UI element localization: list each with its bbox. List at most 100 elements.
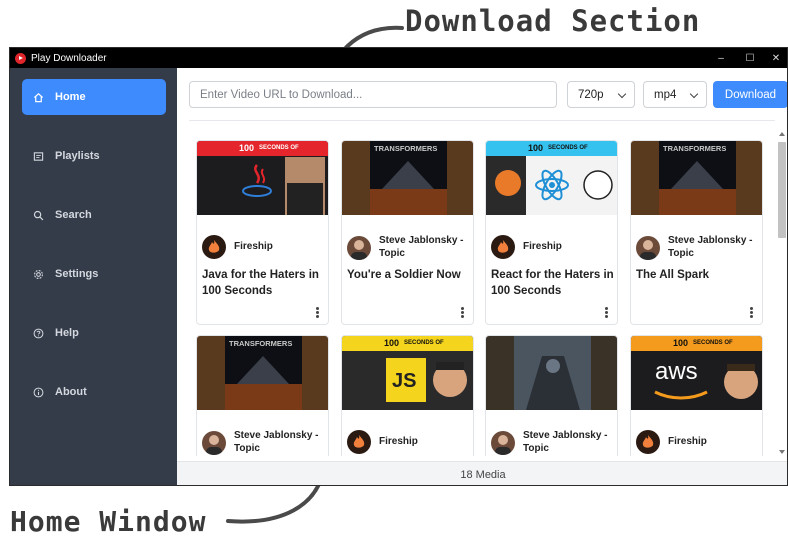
search-icon [32,209,44,221]
info-icon [32,386,44,398]
channel-name: Fireship [668,435,707,447]
media-card[interactable]: TRANSFORMERS Steve Jablonsky - Topic You… [341,140,474,325]
sidebar-item-home[interactable]: Home [22,79,166,115]
sidebar-item-label: Home [55,91,86,103]
sidebar-item-help[interactable]: Help [22,315,166,351]
channel-name: Fireship [523,240,562,252]
quality-value: 720p [578,88,604,101]
media-card[interactable]: 100 SECONDS OF aws Fireship [630,335,763,456]
thumb-number: 100 [673,338,689,348]
sidebar-item-label: Playlists [55,150,100,162]
thumb-caption: TRANSFORMERS [663,144,727,153]
sidebar: Home Playlists Search Settings Help Abou… [10,68,177,485]
video-title: You're a Soldier Now [347,269,461,281]
channel-row: Steve Jablonsky - Topic [636,235,758,260]
more-options-icon[interactable] [461,307,464,318]
video-thumbnail: 100 SECONDS OF [486,141,617,215]
sidebar-item-search[interactable]: Search [22,197,166,233]
video-thumbnail: 100 SECONDS OF JS [342,336,473,410]
download-section-callout: Download Section [405,4,701,38]
thumb-number: 100 [528,143,544,153]
video-thumbnail: TRANSFORMERS [342,141,473,215]
channel-row: Steve Jablonsky - Topic [347,235,469,260]
thumb-caption: SECONDS OF [693,340,733,346]
scroll-up-icon[interactable] [779,132,785,136]
media-card[interactable]: 100 SECONDS OF Fireship Java for the Hat… [196,140,329,325]
minimize-button[interactable]: – [708,48,734,68]
window-title: Play Downloader [31,52,107,64]
channel-name: Steve Jablonsky - Topic [523,430,608,454]
fireship-avatar-icon [202,235,226,259]
chevron-down-icon [617,89,627,99]
thumb-number: 100 [384,338,400,348]
title-bar: Play Downloader – ☐ ✕ [10,48,787,68]
more-options-icon[interactable] [605,307,608,318]
fireship-avatar-icon [491,235,515,259]
channel-row: Fireship [491,235,613,259]
sidebar-item-label: About [55,386,87,398]
video-title: The All Spark [636,269,710,281]
channel-name: Fireship [234,240,273,252]
sidebar-item-label: Settings [55,268,99,280]
media-card[interactable]: Steve Jablonsky - Topic [485,335,618,456]
scroll-thumb[interactable] [778,142,786,238]
help-icon [32,327,44,339]
gear-icon [32,268,44,280]
artist-avatar-icon [347,235,371,260]
main-content: 720p mp4 Download [177,68,787,485]
play-logo-icon [15,52,26,64]
media-card[interactable]: TRANSFORMERS Steve Jablonsky - Topic [196,335,329,456]
media-card[interactable]: TRANSFORMERS Steve Jablonsky - Topic The… [630,140,763,325]
thumb-caption: SECONDS OF [259,145,299,151]
channel-row: Steve Jablonsky - Topic [202,430,324,455]
divider [189,120,775,121]
artist-avatar-icon [636,235,660,260]
scroll-down-icon[interactable] [779,450,785,454]
playlist-icon [32,150,44,162]
sidebar-item-label: Search [55,209,92,221]
thumb-caption: aws [655,358,698,385]
close-button[interactable]: ✕ [763,48,787,68]
status-bar: 18 Media [177,461,787,485]
artist-avatar-icon [491,430,515,455]
video-title: React for the Haters in 100 Seconds [491,269,614,297]
app-window: Play Downloader – ☐ ✕ Home Playlists Sea… [9,47,788,486]
thumb-number: 100 [239,143,255,153]
thumb-caption: TRANSFORMERS [374,144,438,153]
video-thumbnail: 100 SECONDS OF [197,141,328,215]
sidebar-item-label: Help [55,327,79,339]
sidebar-item-playlists[interactable]: Playlists [22,138,166,174]
format-select[interactable]: mp4 [643,81,707,108]
thumb-caption: SECONDS OF [404,340,444,346]
url-input[interactable] [189,81,557,108]
channel-name: Fireship [379,435,418,447]
scrollbar[interactable] [778,130,786,456]
thumb-caption: TRANSFORMERS [229,339,293,348]
media-count: 18 Media [460,468,506,481]
video-thumbnail: TRANSFORMERS [197,336,328,410]
chevron-down-icon [689,89,699,99]
quality-select[interactable]: 720p [567,81,635,108]
thumb-caption: JS [392,370,417,392]
artist-avatar-icon [202,430,226,455]
video-thumbnail: 100 SECONDS OF aws [631,336,762,410]
sidebar-item-settings[interactable]: Settings [22,256,166,292]
more-options-icon[interactable] [750,307,753,318]
sidebar-item-about[interactable]: About [22,374,166,410]
media-card[interactable]: 100 SECONDS OF JS Fireship [341,335,474,456]
download-button[interactable]: Download [713,81,787,108]
channel-name: Steve Jablonsky - Topic [668,235,753,259]
channel-name: Steve Jablonsky - Topic [379,235,464,259]
media-card[interactable]: 100 SECONDS OF Fireship React for the Ha… [485,140,618,325]
channel-row: Fireship [347,430,469,454]
format-value: mp4 [654,88,677,101]
channel-row: Fireship [202,235,324,259]
maximize-button[interactable]: ☐ [737,48,763,68]
fireship-avatar-icon [347,430,371,454]
more-options-icon[interactable] [316,307,319,318]
video-title: Java for the Haters in 100 Seconds [202,269,319,297]
fireship-avatar-icon [636,430,660,454]
home-icon [32,91,44,103]
channel-row: Steve Jablonsky - Topic [491,430,613,455]
channel-name: Steve Jablonsky - Topic [234,430,319,454]
